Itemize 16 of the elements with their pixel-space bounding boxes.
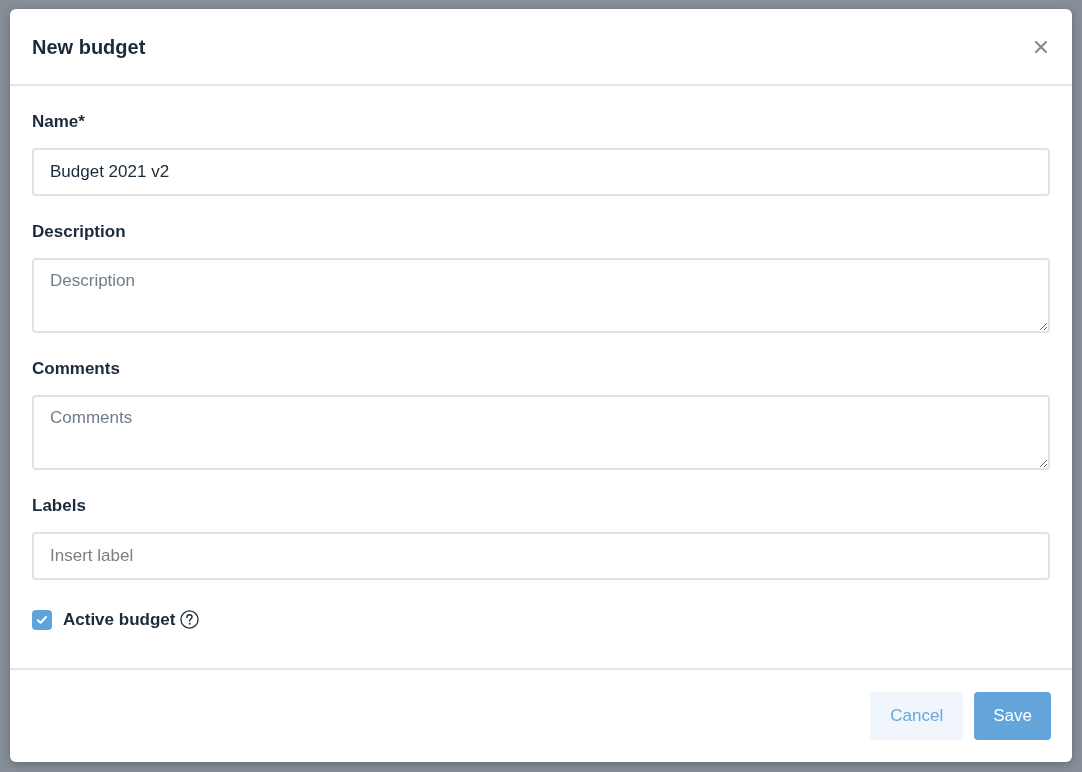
field-label: Name* — [32, 111, 85, 133]
field-label: Comments — [32, 358, 120, 380]
checkbox-label: Active budget — [63, 609, 176, 631]
input-field[interactable]: Insert label — [32, 532, 1050, 580]
field-label: Description — [32, 221, 126, 243]
check-icon — [37, 615, 47, 624]
field-label: Labels — [32, 495, 86, 517]
cancel-button[interactable]: Cancel — [870, 692, 964, 740]
help-icon[interactable] — [180, 610, 200, 630]
input-field[interactable]: Budget 2021 v2 — [32, 148, 1050, 196]
checkbox[interactable] — [32, 609, 52, 630]
save-button[interactable]: Save — [974, 692, 1051, 740]
dialog-title: New budget — [32, 34, 146, 60]
text-area[interactable]: Description — [32, 258, 1050, 333]
text-area[interactable]: Comments — [32, 395, 1050, 470]
close-icon[interactable] — [1035, 40, 1047, 53]
